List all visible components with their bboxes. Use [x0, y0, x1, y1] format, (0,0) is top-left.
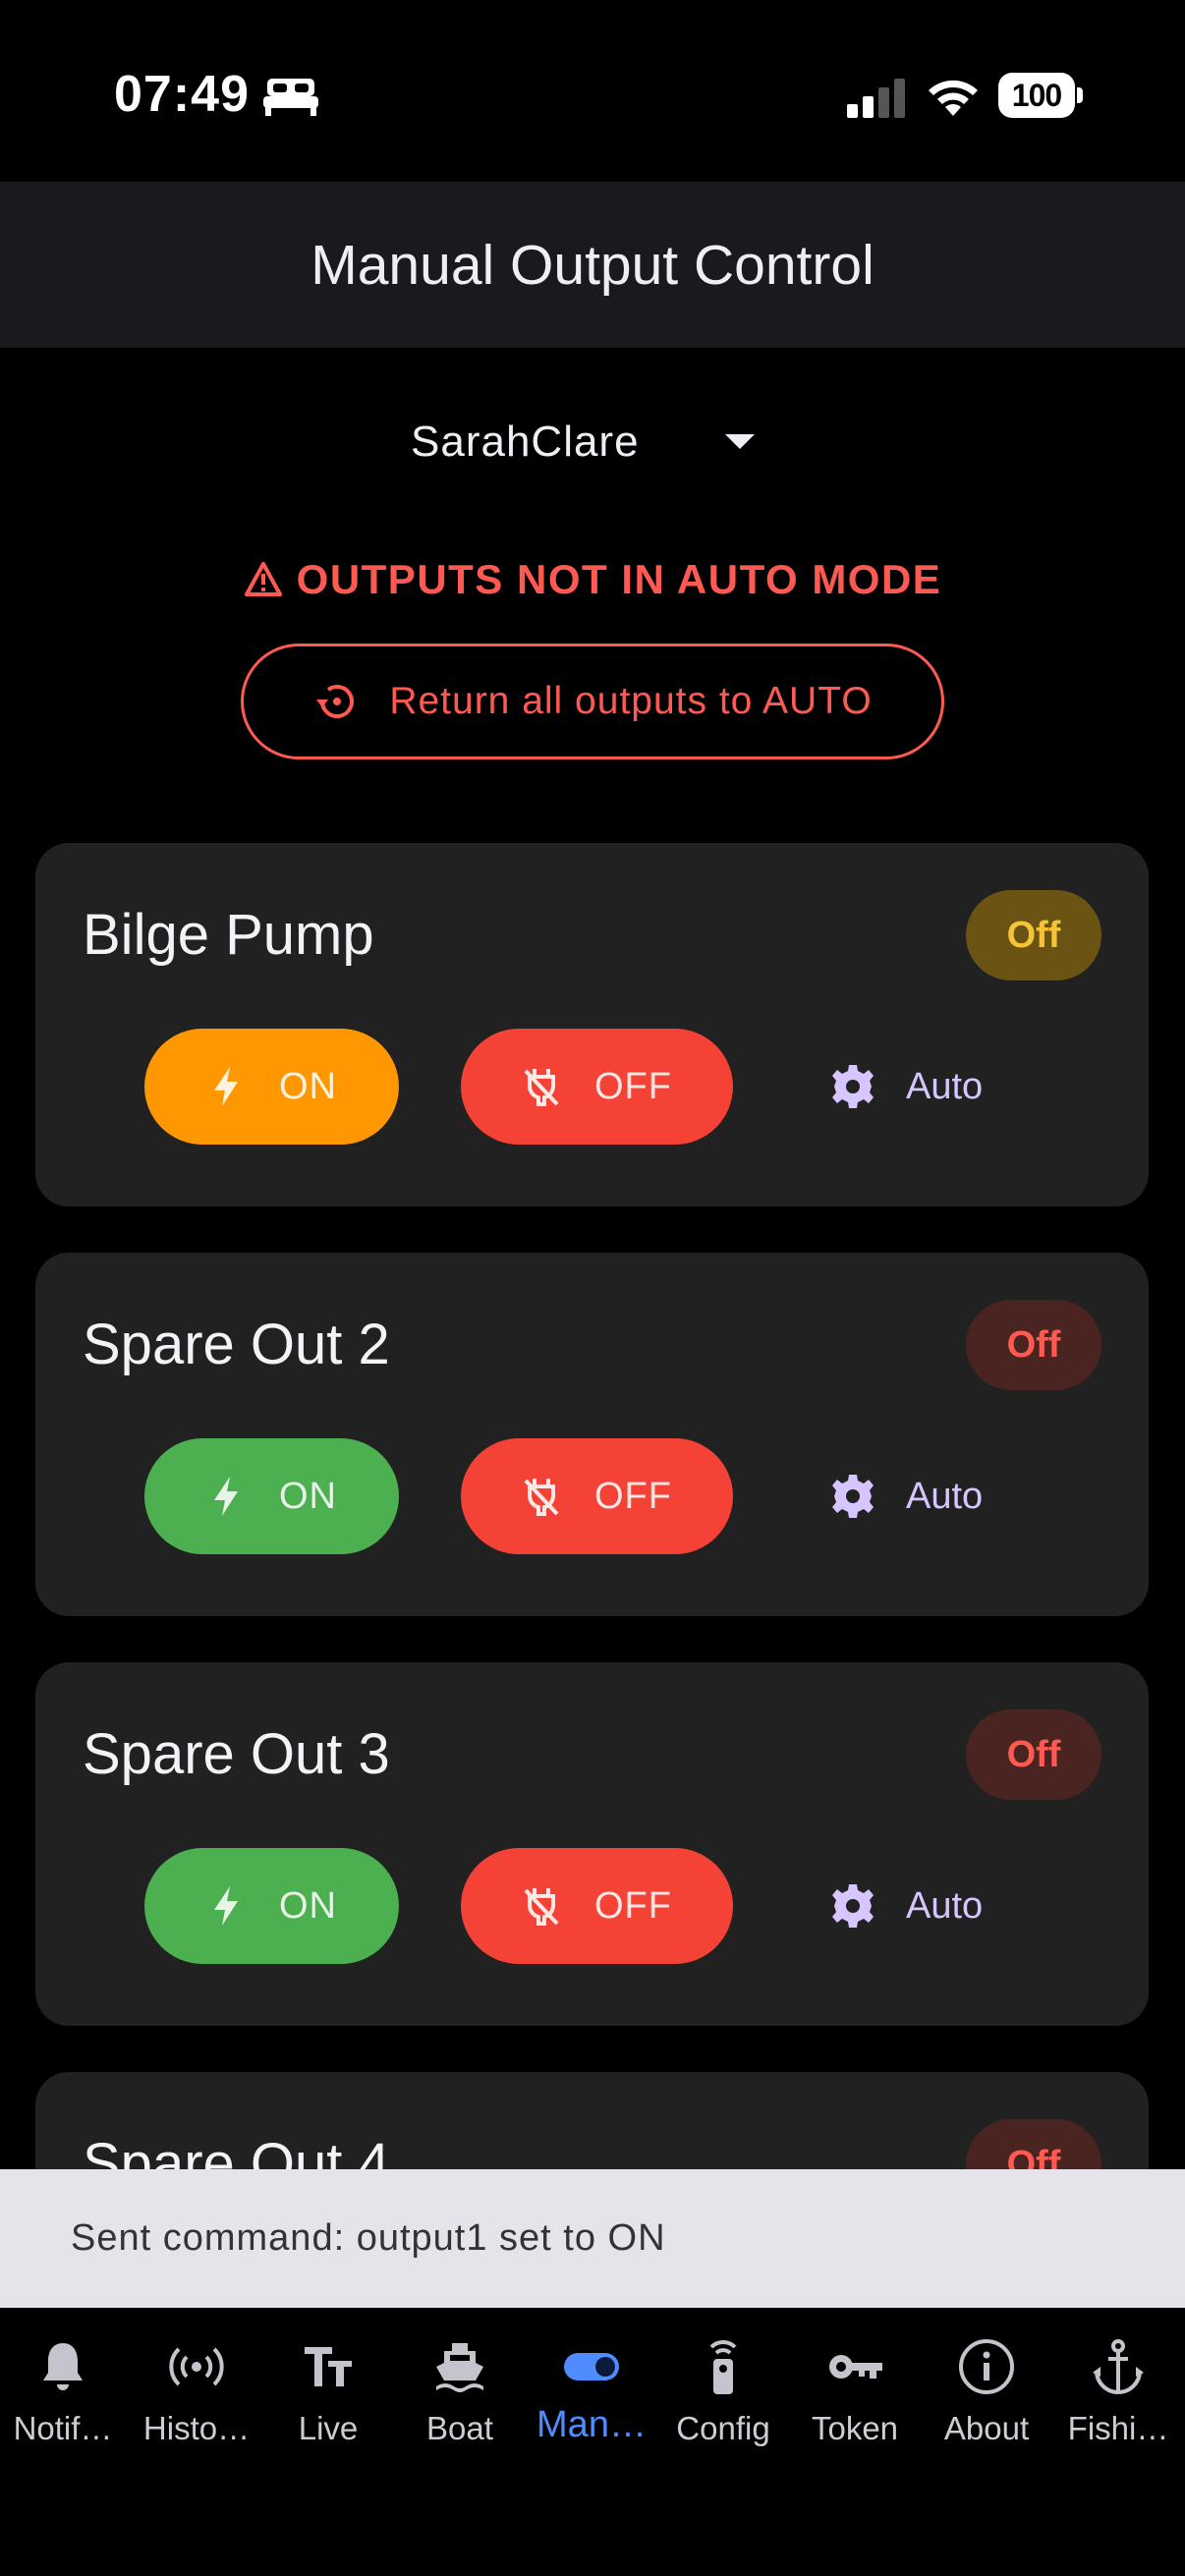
nav-item-history[interactable]: Histo… — [131, 2331, 262, 2469]
off-button[interactable]: OFF — [461, 1029, 733, 1145]
nav-item-config[interactable]: Config — [657, 2331, 789, 2469]
off-button-label: OFF — [594, 1065, 672, 1107]
on-button[interactable]: ON — [144, 1438, 399, 1554]
on-button[interactable]: ON — [144, 1029, 399, 1145]
auto-button[interactable]: Auto — [829, 1438, 1026, 1554]
nav-label: About — [943, 2410, 1030, 2446]
nav-item-about[interactable]: About — [921, 2331, 1052, 2469]
remote-icon — [709, 2340, 737, 2394]
power-off-icon — [524, 1479, 559, 1516]
nav-label: Token — [811, 2410, 899, 2446]
warning-icon — [244, 562, 282, 596]
nav-label: Histo… — [142, 2410, 251, 2446]
on-button[interactable]: ON — [144, 1848, 399, 1964]
scroll-content[interactable]: Manual Output Control SarahClare OUTPUTS… — [0, 0, 1185, 2169]
on-button-label: ON — [279, 1475, 337, 1517]
text-size-icon — [305, 2347, 352, 2386]
output-card: Bilge Pump Off ON OFF Auto — [35, 843, 1149, 1206]
nav-label: Boat — [426, 2410, 493, 2446]
anchor-icon — [1093, 2339, 1144, 2394]
warning-text: OUTPUTS NOT IN AUTO MODE — [296, 556, 942, 602]
boat-icon — [436, 2343, 483, 2392]
bell-icon — [43, 2343, 83, 2390]
status-badge: Off — [966, 890, 1101, 980]
info-icon — [959, 2339, 1014, 2394]
off-button-label: OFF — [594, 1475, 672, 1517]
app-bar: Manual Output Control — [0, 182, 1185, 348]
bottom-nav: Notif… Histo… Live Boat Man… Config Toke… — [0, 2308, 1185, 2576]
nav-item-live[interactable]: Live — [262, 2331, 394, 2469]
output-name: Spare Out 4 — [83, 2132, 390, 2169]
auto-button-label: Auto — [906, 1065, 984, 1107]
dropdown-arrow-icon — [725, 434, 755, 449]
nav-item-boat[interactable]: Boat — [394, 2331, 526, 2469]
output-name: Spare Out 3 — [83, 1722, 390, 1786]
auto-button-label: Auto — [906, 1884, 984, 1927]
status-badge: Off — [966, 1709, 1101, 1800]
power-off-icon — [524, 1888, 559, 1926]
auto-button[interactable]: Auto — [829, 1029, 1026, 1145]
on-button-label: ON — [279, 1884, 337, 1927]
nav-item-fishing[interactable]: Fishi… — [1052, 2331, 1184, 2469]
off-button[interactable]: OFF — [461, 1438, 733, 1554]
nav-label: Live — [298, 2410, 359, 2446]
nav-label: Notif… — [13, 2410, 113, 2446]
gear-icon — [832, 1065, 874, 1108]
gear-icon — [832, 1475, 874, 1518]
broadcast-icon — [169, 2347, 224, 2386]
output-card: Spare Out 4 Off — [35, 2072, 1149, 2169]
auto-button-label: Auto — [906, 1475, 984, 1517]
off-button-label: OFF — [594, 1884, 672, 1927]
nav-label: Man… — [536, 2404, 647, 2445]
bolt-icon — [214, 1067, 238, 1106]
boat-select[interactable]: SarahClare — [393, 403, 786, 481]
nav-item-notifications[interactable]: Notif… — [0, 2331, 129, 2469]
snackbar: Sent command: output1 set to ON — [0, 2169, 1185, 2308]
page-title: Manual Output Control — [310, 233, 875, 297]
output-name: Bilge Pump — [83, 903, 374, 967]
status-badge: Off — [966, 1300, 1101, 1390]
return-to-auto-label: Return all outputs to AUTO — [389, 680, 873, 722]
bolt-icon — [214, 1477, 238, 1516]
nav-label: Fishi… — [1067, 2410, 1169, 2446]
output-card: Spare Out 2 Off ON OFF Auto — [35, 1253, 1149, 1616]
restore-icon — [316, 685, 355, 718]
warning-banner: OUTPUTS NOT IN AUTO MODE — [0, 550, 1185, 609]
gear-icon — [832, 1884, 874, 1928]
return-to-auto-button[interactable]: Return all outputs to AUTO — [241, 644, 944, 759]
boat-select-value: SarahClare — [411, 418, 640, 466]
snackbar-text: Sent command: output1 set to ON — [71, 2217, 666, 2259]
off-button[interactable]: OFF — [461, 1848, 733, 1964]
bolt-icon — [214, 1886, 238, 1926]
output-name: Spare Out 2 — [83, 1313, 390, 1376]
status-badge: Off — [966, 2119, 1101, 2169]
nav-label: Config — [676, 2410, 770, 2446]
toggle-icon — [564, 2353, 619, 2380]
on-button-label: ON — [279, 1065, 337, 1107]
key-icon — [829, 2355, 882, 2379]
nav-item-token[interactable]: Token — [789, 2331, 921, 2469]
auto-button[interactable]: Auto — [829, 1848, 1026, 1964]
nav-item-manual[interactable]: Man… — [526, 2331, 657, 2469]
power-off-icon — [524, 1069, 559, 1106]
output-card: Spare Out 3 Off ON OFF Auto — [35, 1662, 1149, 2026]
